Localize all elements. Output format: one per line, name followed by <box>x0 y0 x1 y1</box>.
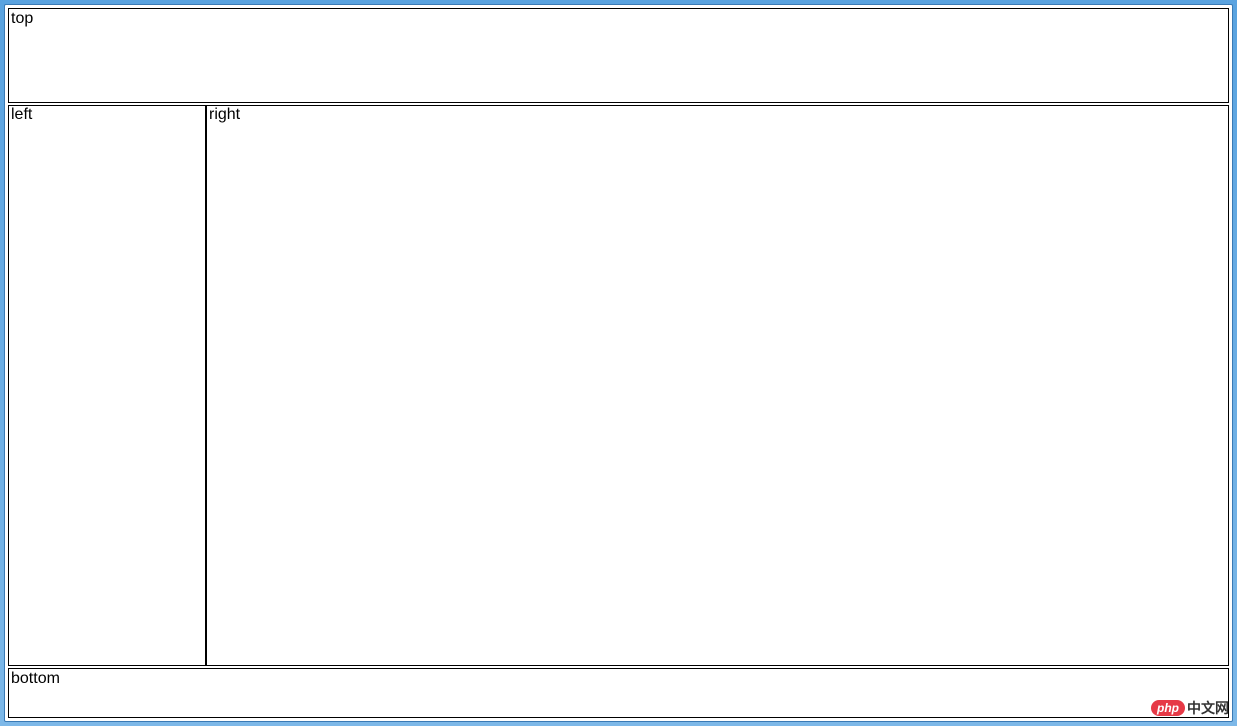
bottom-panel: bottom <box>8 668 1229 718</box>
left-panel: left <box>8 105 206 666</box>
right-panel: right <box>206 105 1229 666</box>
top-panel: top <box>8 8 1229 103</box>
middle-row: left right <box>8 105 1229 666</box>
window-frame: top left right bottom <box>4 4 1233 722</box>
watermark: php 中文网 <box>1151 698 1229 718</box>
watermark-text: 中文网 <box>1187 698 1229 718</box>
right-panel-label: right <box>209 106 240 123</box>
top-panel-label: top <box>11 10 33 27</box>
watermark-badge: php <box>1151 700 1185 716</box>
left-panel-label: left <box>11 106 32 123</box>
bottom-panel-label: bottom <box>11 670 60 687</box>
